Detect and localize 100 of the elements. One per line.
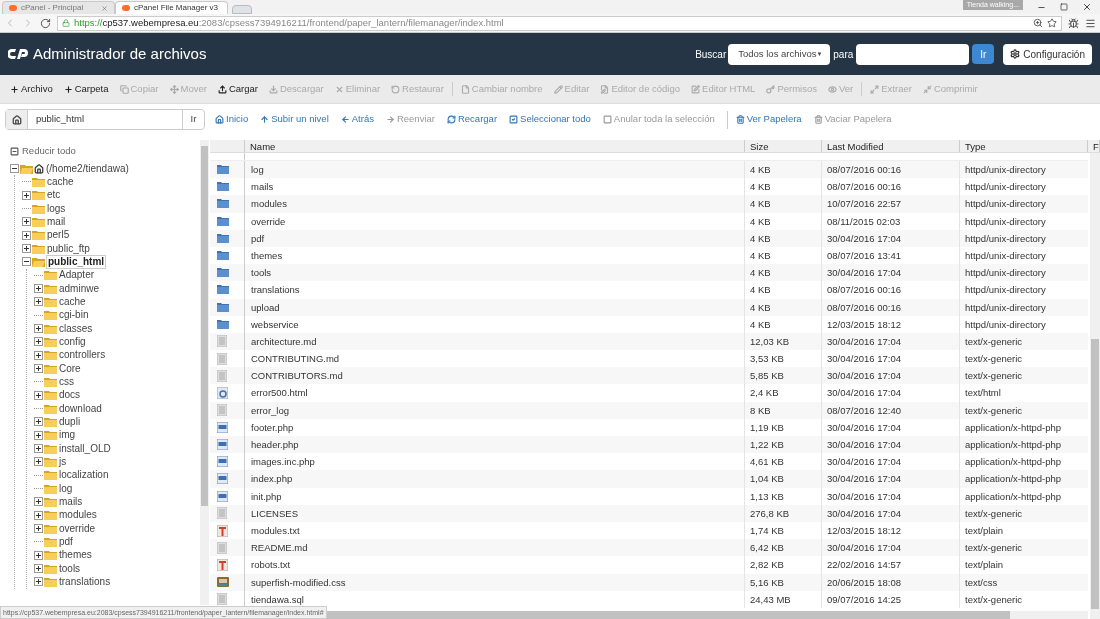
file-row[interactable]: header.php 1,22 KB 30/04/2016 17:04 application/x-httpd-php xyxy=(210,436,1088,454)
tree-item[interactable]: localization xyxy=(58,469,110,482)
tree-item[interactable]: docs xyxy=(58,389,82,402)
tree-item[interactable]: perl5 xyxy=(46,229,71,242)
tree-item[interactable]: dupli xyxy=(58,415,82,428)
tree-item[interactable]: img xyxy=(58,429,77,442)
folder-icon xyxy=(44,443,57,454)
modified-date: 30/04/2016 17:04 xyxy=(822,384,960,402)
php-file-icon xyxy=(217,439,228,451)
file-size: 4 KB xyxy=(745,281,822,299)
tree-item[interactable]: logs xyxy=(46,202,67,215)
expand-toggle[interactable] xyxy=(34,524,43,533)
modified-date: 22/02/2016 14:57 xyxy=(822,556,960,574)
toolbar-button[interactable]: Cargar xyxy=(217,81,258,97)
expand-toggle[interactable] xyxy=(34,457,43,467)
expand-toggle[interactable] xyxy=(34,417,43,427)
file-row[interactable]: tools 4 KB 30/04/2016 17:04 httpd/unix-directory xyxy=(210,264,1088,282)
column-header[interactable]: Size xyxy=(745,140,822,152)
expand-toggle[interactable] xyxy=(34,564,43,573)
tree-item[interactable]: config xyxy=(58,335,87,348)
expand-toggle[interactable] xyxy=(34,430,43,440)
file-row[interactable]: README.md 6,42 KB 30/04/2016 17:04 text/x-generic xyxy=(210,539,1088,557)
browser-tab[interactable]: cPanel File Manager v3 xyxy=(115,1,228,14)
address-field[interactable]: https://cp537.webempresa.eu:2083/cpsess7394916211/frontend/paper_lantern/filemanager/index.html xyxy=(57,15,1062,31)
star-icon[interactable] xyxy=(1047,18,1057,28)
tree-item[interactable]: public_ftp xyxy=(46,242,91,255)
key-icon xyxy=(766,84,776,94)
path-field[interactable]: public_html Ir xyxy=(5,109,205,130)
tree-item[interactable]: Adapter xyxy=(58,269,96,282)
tree-item[interactable]: modules xyxy=(58,509,98,522)
tree-item[interactable]: pdf xyxy=(58,535,74,548)
toolbar-button[interactable]: Carpeta xyxy=(63,81,109,97)
file-row[interactable]: index.php 1,04 KB 30/04/2016 17:04 application/x-httpd-php xyxy=(210,470,1088,488)
restore-icon[interactable] xyxy=(1060,3,1068,11)
tree-item[interactable]: etc xyxy=(46,189,62,202)
nav-link[interactable]: Inicio xyxy=(215,112,249,127)
expand-toggle[interactable] xyxy=(22,190,31,200)
tree-item[interactable]: cgi-bin xyxy=(58,309,90,322)
expand-toggle[interactable] xyxy=(34,444,43,454)
home-button[interactable] xyxy=(6,110,28,129)
collapse-all-link[interactable]: Reducir todo xyxy=(22,143,76,159)
toolbar-button[interactable]: Archivo xyxy=(10,81,53,97)
nav-link[interactable]: Atrás xyxy=(340,112,374,127)
tree-item[interactable]: cache xyxy=(58,295,87,308)
expand-toggle[interactable] xyxy=(34,497,43,507)
go-button[interactable]: Ir xyxy=(182,110,204,129)
nav-link[interactable]: Subir un nivel xyxy=(260,112,329,127)
nav-link[interactable]: Ver Papelera xyxy=(735,112,802,127)
column-header[interactable]: Last Modified xyxy=(822,140,960,152)
expand-toggle[interactable] xyxy=(22,230,31,240)
tree-item[interactable]: override xyxy=(58,522,97,535)
tree-item[interactable]: classes xyxy=(58,322,94,335)
expand-toggle[interactable] xyxy=(34,324,43,334)
browser-tab[interactable]: cPanel - Principal xyxy=(2,1,115,14)
tree-item[interactable]: mail xyxy=(46,215,67,228)
menu-icon[interactable] xyxy=(1085,17,1096,29)
bug-icon[interactable] xyxy=(1068,17,1079,29)
expand-toggle[interactable] xyxy=(22,244,31,254)
expand-toggle[interactable] xyxy=(34,364,43,374)
settings-button[interactable]: Configuración xyxy=(1003,43,1092,65)
expand-toggle[interactable] xyxy=(34,577,43,587)
tree-item[interactable]: install_OLD xyxy=(58,442,112,455)
tree-item[interactable]: translations xyxy=(58,575,112,588)
column-header[interactable]: Name xyxy=(245,140,745,152)
tree-item[interactable]: download xyxy=(58,402,103,415)
tree-item[interactable]: js xyxy=(58,455,68,468)
tree-item[interactable]: public_html xyxy=(46,254,107,269)
tree-item[interactable]: css xyxy=(58,375,75,388)
tree-item[interactable]: tools xyxy=(58,562,82,575)
tree-item[interactable]: (/home2/tiendawa) xyxy=(45,162,130,175)
column-header[interactable]: F xyxy=(1088,140,1100,152)
tree-item[interactable]: controllers xyxy=(58,349,107,362)
zoom-icon[interactable] xyxy=(1033,18,1043,28)
file-row[interactable]: CONTRIBUTORS.md 5,85 KB 30/04/2016 17:04 text/x-generic xyxy=(210,367,1088,385)
collapse-toggle[interactable] xyxy=(22,257,31,267)
close-icon[interactable] xyxy=(1082,2,1092,12)
tree-item[interactable]: Core xyxy=(58,362,82,375)
expand-toggle[interactable] xyxy=(34,550,43,560)
column-header[interactable]: Type xyxy=(960,140,1088,152)
search-field[interactable] xyxy=(856,43,970,65)
expand-toggle[interactable] xyxy=(34,390,43,400)
file-row[interactable]: modules 4 KB 10/07/2016 22:57 httpd/unix-directory xyxy=(210,195,1088,213)
nav-link[interactable]: Recargar xyxy=(446,112,498,127)
file-row[interactable]: log 4 KB 08/07/2016 00:16 httpd/unix-directory xyxy=(210,161,1088,179)
tree-item[interactable]: mails xyxy=(58,495,84,508)
search-button[interactable]: Ir xyxy=(972,44,995,64)
reload-icon[interactable] xyxy=(40,17,51,29)
tree-item[interactable]: cache xyxy=(46,176,75,188)
expand-toggle[interactable] xyxy=(34,510,43,520)
cpanel-logo-icon xyxy=(122,5,130,11)
tree-item[interactable]: log xyxy=(58,482,74,495)
expand-toggle[interactable] xyxy=(34,297,43,307)
nav-link[interactable]: Seleccionar todo xyxy=(509,112,591,127)
expand-toggle[interactable] xyxy=(34,350,43,360)
expand-toggle[interactable] xyxy=(22,217,31,227)
tree-item[interactable]: adminwe xyxy=(58,282,101,295)
collapse-toggle[interactable] xyxy=(10,164,19,174)
tree-item[interactable]: themes xyxy=(58,549,93,562)
expand-toggle[interactable] xyxy=(34,284,43,294)
expand-toggle[interactable] xyxy=(34,337,43,347)
